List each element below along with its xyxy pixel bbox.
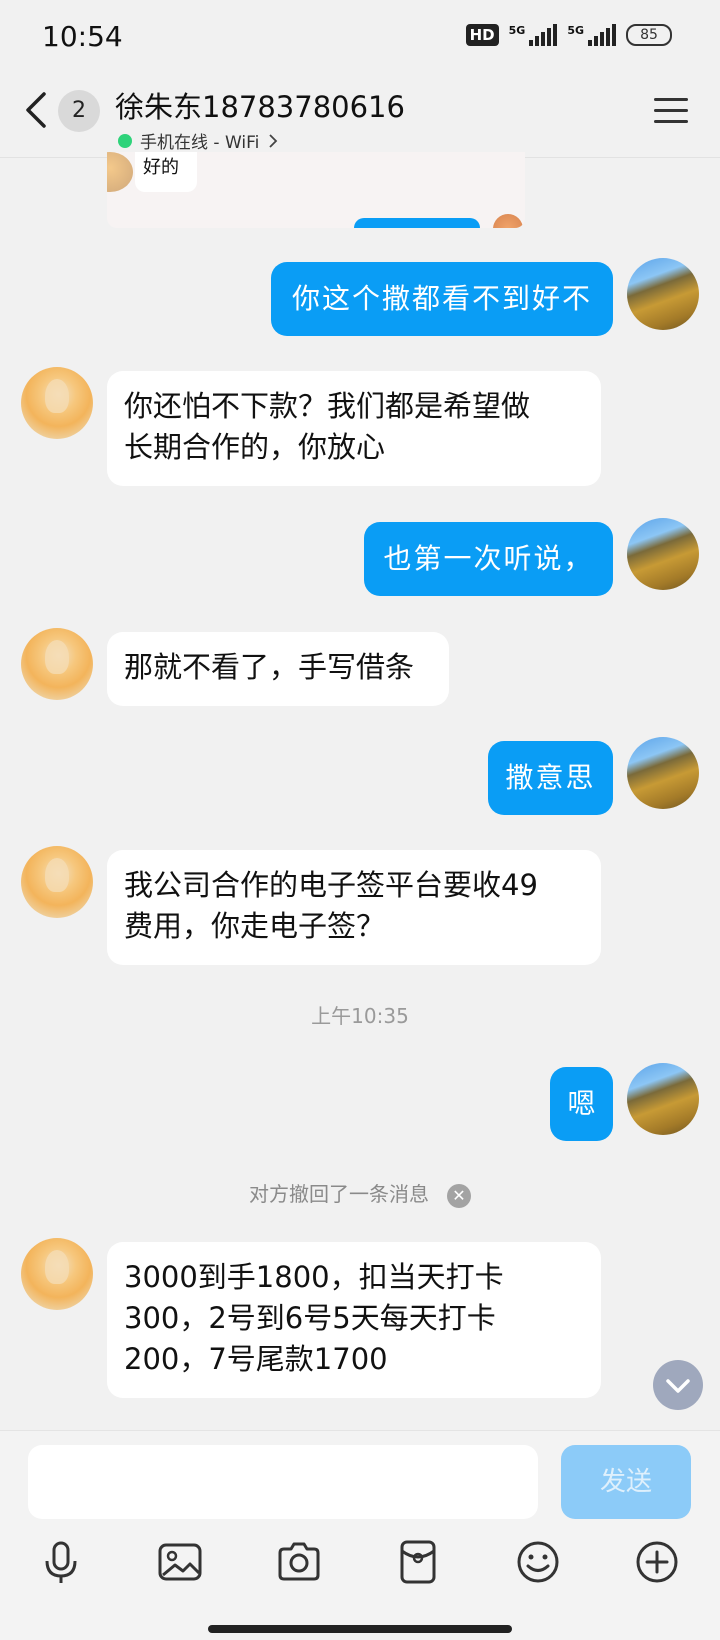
more-button[interactable]: [632, 1537, 682, 1587]
emoji-button[interactable]: [513, 1537, 563, 1587]
contact-avatar[interactable]: [21, 628, 93, 700]
network-type-label: 5G: [508, 24, 526, 37]
signal-icon: 5G: [509, 24, 558, 46]
contact-avatar[interactable]: [21, 1238, 93, 1310]
scroll-to-bottom-button[interactable]: [653, 1360, 703, 1410]
avatar: [107, 152, 133, 192]
home-indicator[interactable]: [208, 1625, 512, 1633]
outgoing-message[interactable]: 你这个撒都看不到好不: [271, 262, 613, 336]
red-packet-icon: [400, 1540, 436, 1584]
message-bubble: 好的: [135, 152, 197, 192]
battery-icon: 85: [626, 24, 672, 46]
contact-avatar[interactable]: [21, 846, 93, 918]
hd-voice-icon: HD: [465, 24, 499, 46]
image-icon: [158, 1543, 202, 1581]
outgoing-message[interactable]: 撒意思: [488, 741, 613, 815]
menu-icon: [654, 98, 688, 101]
signal-icon: 5G: [567, 24, 616, 46]
outgoing-message[interactable]: 也第一次听说，: [364, 522, 613, 596]
emoji-icon: [517, 1541, 559, 1583]
outgoing-message[interactable]: 嗯: [550, 1067, 613, 1141]
status-time: 10:54: [42, 20, 123, 53]
camera-icon: [278, 1542, 320, 1581]
status-icons: HD 5G 5G 85: [465, 24, 672, 46]
message-input[interactable]: [28, 1445, 538, 1519]
chat-header: 2 徐朱东18783780616 手机在线 - WiFi: [0, 76, 720, 158]
scrolled-message-card[interactable]: 好的: [107, 152, 525, 228]
contact-name[interactable]: 徐朱东18783780616: [115, 84, 405, 126]
status-bar: 10:54 HD 5G 5G 85: [0, 0, 720, 76]
chevron-left-icon: [26, 92, 46, 128]
my-avatar[interactable]: [627, 737, 699, 809]
contact-avatar[interactable]: [21, 367, 93, 439]
online-status[interactable]: 手机在线 - WiFi: [118, 128, 279, 153]
back-button[interactable]: [22, 88, 52, 132]
recall-notice: 对方撤回了一条消息 ✕: [0, 1178, 720, 1208]
chevron-right-icon: [269, 133, 278, 148]
send-button[interactable]: 发送: [561, 1445, 691, 1519]
my-avatar[interactable]: [627, 518, 699, 590]
online-dot-icon: [118, 133, 132, 148]
microphone-icon: [45, 1541, 77, 1583]
chevron-down-icon: [666, 1379, 690, 1393]
incoming-message[interactable]: 那就不看了，手写借条: [107, 632, 449, 706]
message-bubble: [354, 218, 480, 228]
unread-count-badge[interactable]: 2: [58, 90, 100, 132]
network-type-label: 5G: [567, 24, 584, 37]
my-avatar[interactable]: [627, 1063, 699, 1135]
incoming-message[interactable]: 我公司合作的电子签平台要收49 费用，你走电子签？: [107, 850, 601, 965]
plus-icon: [636, 1541, 678, 1583]
recall-notice-text: 对方撤回了一条消息: [249, 1182, 429, 1206]
red-packet-button[interactable]: [393, 1537, 443, 1587]
voice-button[interactable]: [36, 1537, 86, 1587]
image-button[interactable]: [155, 1537, 205, 1587]
message-timestamp: 上午10:35: [311, 1004, 409, 1028]
menu-button[interactable]: [654, 98, 688, 124]
incoming-message[interactable]: 3000到手1800，扣当天打卡 300，2号到6号5天每天打卡 200，7号尾…: [107, 1242, 601, 1398]
avatar: [493, 214, 523, 228]
input-toolbar: [0, 1531, 720, 1601]
close-icon[interactable]: ✕: [447, 1183, 471, 1208]
incoming-message[interactable]: 你还怕不下款？我们都是希望做 长期合作的，你放心: [107, 371, 601, 486]
online-status-text: 手机在线 - WiFi: [140, 133, 260, 153]
camera-button[interactable]: [274, 1537, 324, 1587]
my-avatar[interactable]: [627, 258, 699, 330]
input-area: 发送: [0, 1430, 720, 1640]
